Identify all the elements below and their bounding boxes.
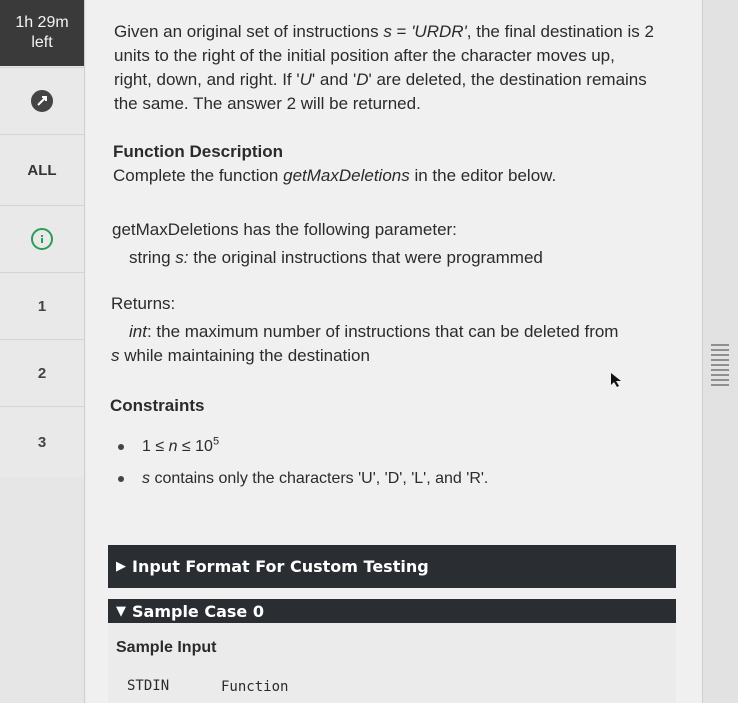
nav-item-question-1[interactable]: 1	[0, 272, 84, 339]
intro-rest: , the final destination is 2	[466, 22, 654, 41]
parameters-intro: getMaxDeletions has the following parame…	[112, 220, 457, 239]
stdin-column-header: STDIN	[127, 678, 170, 694]
intro-value: 'URDR'	[411, 22, 467, 41]
c1-b: ≤ 10	[177, 438, 213, 455]
sample-case-body	[108, 623, 676, 703]
param-desc: the original instructions that were prog…	[188, 248, 543, 267]
flag-status-icon	[31, 90, 53, 112]
function-description: Function Description Complete the functi…	[113, 140, 556, 188]
nav-item-question-2[interactable]: 2	[0, 339, 84, 406]
nav-item-all-label: ALL	[27, 161, 57, 179]
chevron-right-icon: ▶	[116, 559, 126, 574]
chevron-down-icon: ▼	[116, 603, 126, 619]
drag-handle[interactable]	[711, 344, 729, 386]
constraint-item: s contains only the characters 'U', 'D',…	[118, 470, 488, 488]
intro-line-4: the same. The answer 2 will be returned.	[114, 94, 421, 113]
intro-paragraph: Given an original set of instructions s …	[114, 20, 694, 116]
fd-text-a: Complete the function	[113, 166, 284, 185]
time-remaining: 1h 29m left	[0, 0, 84, 66]
bullet-icon	[118, 443, 124, 450]
input-format-toggle[interactable]: ▶ Input Format For Custom Testing	[108, 545, 676, 588]
param-name: s:	[175, 248, 189, 267]
fd-text-b: in the editor below.	[409, 166, 557, 185]
nav-item-question-2-label: 2	[37, 364, 47, 382]
constraint-item: 1 ≤ n ≤ 105	[118, 435, 220, 456]
c2-var: s	[142, 470, 150, 487]
intro-line-3a: right, down, and right. If '	[114, 70, 300, 89]
nav-item-question-3[interactable]: 3	[0, 406, 84, 477]
function-description-heading: Function Description	[113, 142, 283, 161]
right-scrollbar[interactable]	[702, 0, 738, 703]
intro-text: Given an original set of instructions	[114, 22, 384, 41]
intro-line-3b: ' and '	[311, 70, 357, 89]
intro-line-3c: ' are deleted, the destination remains	[368, 70, 647, 89]
question-sidebar: 1h 29m left ALL 1 2 3	[0, 0, 85, 703]
time-remaining-label: left	[31, 34, 53, 51]
bullet-icon	[118, 475, 124, 482]
nav-item-all[interactable]: ALL	[0, 134, 84, 205]
parameters-section: getMaxDeletions has the following parame…	[112, 218, 543, 270]
intro-eq: =	[391, 22, 412, 41]
intro-var: s	[383, 22, 392, 41]
returns-var: s	[111, 346, 120, 365]
sample-case-label: Sample Case 0	[132, 601, 264, 621]
param-type: string	[129, 248, 176, 267]
intro-line-2: units to the right of the initial positi…	[114, 46, 615, 65]
fd-function-name: getMaxDeletions	[283, 166, 410, 185]
nav-item-question-3-label: 3	[37, 433, 47, 451]
mouse-pointer-icon	[610, 372, 624, 393]
function-column-header: Function	[221, 679, 289, 695]
input-format-label: Input Format For Custom Testing	[132, 557, 429, 576]
sample-case-toggle[interactable]: ▼ Sample Case 0	[108, 599, 676, 623]
info-nav-item[interactable]	[0, 205, 84, 272]
nav-item-question-1-label: 1	[37, 297, 47, 315]
sample-input-heading: Sample Input	[116, 639, 217, 656]
info-icon	[31, 228, 53, 250]
status-nav-item[interactable]	[0, 67, 84, 134]
intro-d: D	[356, 70, 369, 89]
returns-section: Returns: int: the maximum number of inst…	[111, 292, 691, 368]
constraints-heading: Constraints	[110, 396, 205, 415]
c1-exponent: 5	[212, 435, 220, 448]
intro-u: U	[299, 70, 312, 89]
c1-a: 1 ≤	[142, 438, 169, 455]
returns-desc-1: : the maximum number of instructions tha…	[146, 322, 619, 341]
returns-type: int	[129, 322, 147, 341]
returns-desc-2: while maintaining the destination	[119, 346, 370, 365]
returns-heading: Returns:	[111, 294, 176, 313]
c2-text: contains only the characters 'U', 'D', '…	[150, 470, 489, 487]
time-remaining-value: 1h 29m	[15, 14, 69, 31]
